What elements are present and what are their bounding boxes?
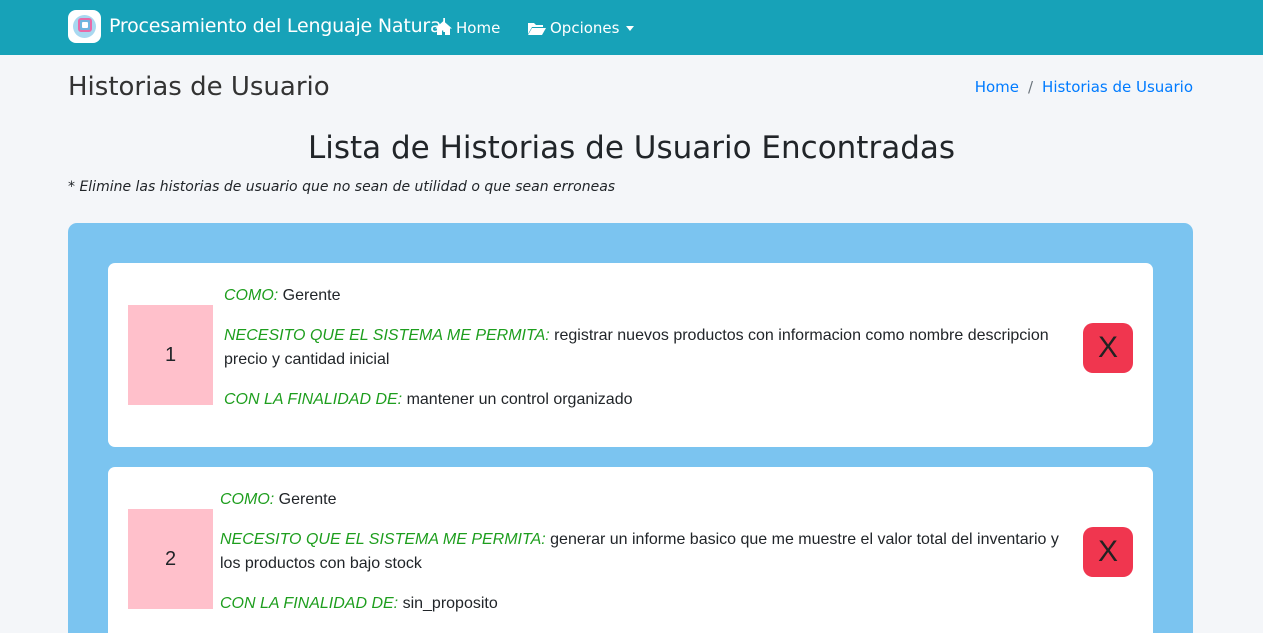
delete-story-button[interactable]: X (1083, 527, 1133, 577)
story-como: COMO: Gerente (220, 491, 337, 508)
list-heading: Lista de Historias de Usuario Encontrada… (307, 130, 956, 166)
nav-options-label: Opciones (550, 19, 620, 37)
delete-story-button[interactable]: X (1083, 323, 1133, 373)
story-finalidad: CON LA FINALIDAD DE: mantener un control… (224, 391, 633, 408)
folder-open-icon (528, 22, 546, 35)
home-icon (435, 21, 452, 35)
story-card: 2 COMO: Gerente NECESITO QUE EL SISTEMA … (108, 467, 1153, 633)
top-navbar: Procesamiento del Lenguaje Natural Home … (0, 0, 1263, 55)
brand-link[interactable]: Procesamiento del Lenguaje Natural (68, 9, 447, 43)
story-content: COMO: Gerente NECESITO QUE EL SISTEMA ME… (220, 488, 1070, 632)
brand-title: Procesamiento del Lenguaje Natural (109, 15, 447, 37)
story-como: COMO: Gerente (224, 287, 341, 304)
story-finalidad: CON LA FINALIDAD DE: sin_proposito (220, 595, 498, 612)
page-title: Historias de Usuario (68, 72, 330, 102)
story-necesito: NECESITO QUE EL SISTEMA ME PERMITA: regi… (224, 327, 1049, 368)
story-number: 2 (128, 509, 213, 609)
nav-home[interactable]: Home (434, 17, 500, 39)
breadcrumb: Home / Historias de Usuario (974, 78, 1193, 96)
instruction-note: * Elimine las historias de usuario que n… (68, 179, 616, 195)
breadcrumb-home[interactable]: Home (975, 78, 1019, 96)
breadcrumb-historias[interactable]: Historias de Usuario (1042, 78, 1193, 96)
nav-home-label: Home (456, 19, 501, 37)
stories-panel: 1 COMO: Gerente NECESITO QUE EL SISTEMA … (68, 223, 1193, 633)
brain-logo-icon (68, 9, 101, 43)
story-necesito: NECESITO QUE EL SISTEMA ME PERMITA: gene… (220, 531, 1059, 572)
chevron-down-icon (626, 25, 635, 31)
story-content: COMO: Gerente NECESITO QUE EL SISTEMA ME… (224, 284, 1074, 428)
story-number: 1 (128, 305, 213, 405)
story-card: 1 COMO: Gerente NECESITO QUE EL SISTEMA … (108, 263, 1153, 447)
nav-options-dropdown[interactable]: Opciones (527, 17, 635, 39)
